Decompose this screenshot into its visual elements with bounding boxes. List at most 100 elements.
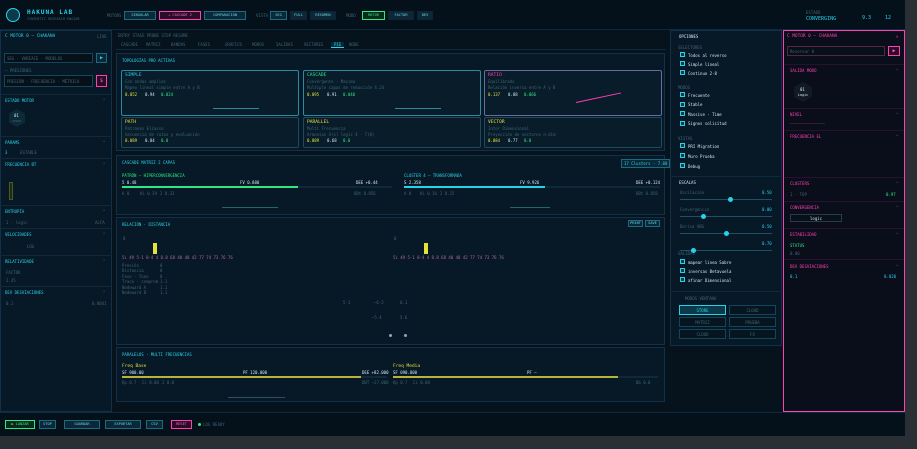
- relation-label-value: 0: [160, 268, 163, 274]
- topology-card-sub: Equilibrado: [488, 79, 515, 84]
- tab-cascade[interactable]: CASCADE: [118, 42, 141, 47]
- motor-compare-button[interactable]: COMPARACIÓN: [204, 11, 246, 20]
- left-section-model-chevron-icon[interactable]: ^: [103, 98, 105, 103]
- motor-cascade-button[interactable]: + CASCADE 2: [159, 11, 201, 20]
- relations-print-button[interactable]: PRINT: [628, 220, 643, 227]
- right-divider-6: [784, 228, 904, 229]
- right-sec3-chevron-icon[interactable]: ^: [896, 134, 898, 139]
- checkbox[interactable]: [680, 143, 685, 148]
- left-divider: [0, 94, 112, 95]
- tab-matriz[interactable]: MATRIZ: [143, 42, 163, 47]
- relation-center-value: 5·1: [343, 300, 351, 305]
- relations-right-marker: [424, 243, 428, 254]
- cascade-right-sub4: DBt 0.058: [636, 191, 658, 196]
- parallel-scrollbar[interactable]: [228, 397, 285, 398]
- view-seg-button[interactable]: SEG: [270, 11, 287, 20]
- right-sec2-chevron-icon[interactable]: ^: [896, 112, 898, 117]
- tab-node[interactable]: NODE: [346, 42, 362, 47]
- checkbox[interactable]: [680, 259, 685, 264]
- save-button[interactable]: GUARDAR: [64, 420, 100, 429]
- topology-card-metric-1: 0.052: [125, 92, 138, 97]
- tab-gráfico[interactable]: GRÁFICO: [222, 42, 245, 47]
- tab-vectores[interactable]: VECTORES: [301, 42, 326, 47]
- relations-save-button[interactable]: SAVE: [645, 220, 660, 227]
- brand-logo-icon: [6, 8, 20, 22]
- checkbox[interactable]: [680, 268, 685, 273]
- slider-knob[interactable]: [723, 231, 729, 236]
- checkbox[interactable]: [680, 111, 685, 116]
- view-resumen-button[interactable]: RESUMEN: [310, 11, 336, 20]
- checkbox-label: Todos al reverso: [688, 52, 727, 58]
- tab-salidas[interactable]: SALIDAS: [273, 42, 296, 47]
- parallel-right-sub2: Ci 0.00: [413, 380, 430, 385]
- right-sec4-chevron-icon[interactable]: ^: [896, 181, 898, 186]
- cascade-tag[interactable]: 17 Clusters · 7.80: [621, 159, 671, 168]
- mode-factor-button[interactable]: FACTOR: [388, 11, 414, 20]
- left-vel-chevron-icon[interactable]: ^: [103, 232, 105, 237]
- checkbox-label: Stable: [688, 102, 703, 107]
- relation-label: Nodeward B: [122, 290, 147, 295]
- right-sec7-chevron-icon[interactable]: ^: [896, 264, 898, 269]
- export-button[interactable]: EXPORTAR: [105, 420, 141, 429]
- tab-fases[interactable]: FASES: [195, 42, 213, 47]
- tab-modos[interactable]: MODOS: [249, 42, 267, 47]
- right-divider-7: [784, 259, 904, 260]
- right-sec6-chevron-icon[interactable]: ^: [896, 232, 898, 237]
- options-group2-label: MODOS: [678, 85, 691, 90]
- left-rel-chevron-icon[interactable]: ^: [103, 259, 105, 264]
- view-full-button[interactable]: FULL: [290, 11, 307, 20]
- topology-card-trend: [395, 108, 441, 109]
- csv-button[interactable]: CSV: [146, 420, 163, 429]
- topology-card-desc: Proyección de vectores n-dim: [488, 132, 556, 137]
- slider-value: 0.50: [762, 224, 772, 229]
- right-sec7: DEV DESVIACIONES: [790, 264, 829, 269]
- left-entropy-chevron-icon[interactable]: ^: [103, 209, 105, 214]
- checkbox[interactable]: [680, 101, 685, 107]
- left-pressure-button[interactable]: $: [96, 75, 107, 87]
- slider-track[interactable]: [680, 199, 772, 200]
- checkbox[interactable]: [680, 70, 685, 75]
- right-sec5-chevron-icon[interactable]: ^: [896, 205, 898, 210]
- checkbox[interactable]: [680, 92, 685, 97]
- parallel-left-s3: DEE +82.000: [362, 370, 389, 375]
- checkbox-label: Continuo 2·8: [688, 70, 717, 76]
- right-play-button[interactable]: ▶: [888, 46, 900, 56]
- left-params-chevron-icon[interactable]: ^: [103, 140, 105, 145]
- tab-pie[interactable]: PIE: [331, 42, 345, 48]
- motor-singular-button[interactable]: SINGULAR: [124, 11, 156, 20]
- reset-button[interactable]: RESET: [171, 420, 192, 429]
- topology-card-name: VECTOR: [488, 120, 505, 125]
- checkbox[interactable]: [680, 120, 685, 126]
- checkbox[interactable]: [680, 163, 685, 168]
- parallel-title: PARALELOS · MULTI FRECUENCIAS: [122, 352, 192, 357]
- right-close-icon[interactable]: ×: [896, 34, 898, 39]
- slider-knob[interactable]: [700, 214, 706, 219]
- launch-button[interactable]: ▶ LANZAR: [5, 420, 35, 429]
- checkbox[interactable]: [680, 277, 685, 282]
- options-divider-2: [670, 291, 782, 292]
- left-search-play-button[interactable]: ▶: [96, 53, 107, 63]
- topology-card-metric-1: 0.095: [307, 92, 320, 97]
- tab-bandas[interactable]: BANDAS: [168, 42, 188, 47]
- right-divider-2: [784, 108, 904, 109]
- checkbox[interactable]: [680, 52, 685, 57]
- mode-dev-button[interactable]: DEV: [417, 11, 433, 20]
- stop-button[interactable]: STOP: [39, 420, 56, 429]
- mode-motor-button[interactable]: MOTOR: [362, 11, 385, 20]
- topology-card-metric-2: 0.91: [327, 92, 337, 97]
- slider-value: 0.50: [762, 190, 772, 195]
- status-dot-icon: [198, 423, 201, 426]
- slider-label: Convergencia: [680, 207, 709, 212]
- checkbox[interactable]: [680, 61, 685, 66]
- left-freq-chevron-icon[interactable]: ^: [103, 162, 105, 167]
- left-dev-chevron-icon[interactable]: ^: [103, 290, 105, 295]
- left-section-rel: RELATIVIDADE: [5, 259, 34, 264]
- right-divider-5: [784, 201, 904, 202]
- checkbox[interactable]: [680, 153, 685, 158]
- slider-track[interactable]: [680, 216, 772, 217]
- relations-title: RELACIÓN · DISTANCIA: [122, 222, 171, 227]
- right-sec1-chevron-icon[interactable]: ^: [896, 68, 898, 73]
- cascade-left-s1: 5 0.48: [122, 180, 137, 185]
- status-stat-2: 12: [885, 15, 892, 21]
- right-sec4-val: 0.97: [886, 192, 896, 197]
